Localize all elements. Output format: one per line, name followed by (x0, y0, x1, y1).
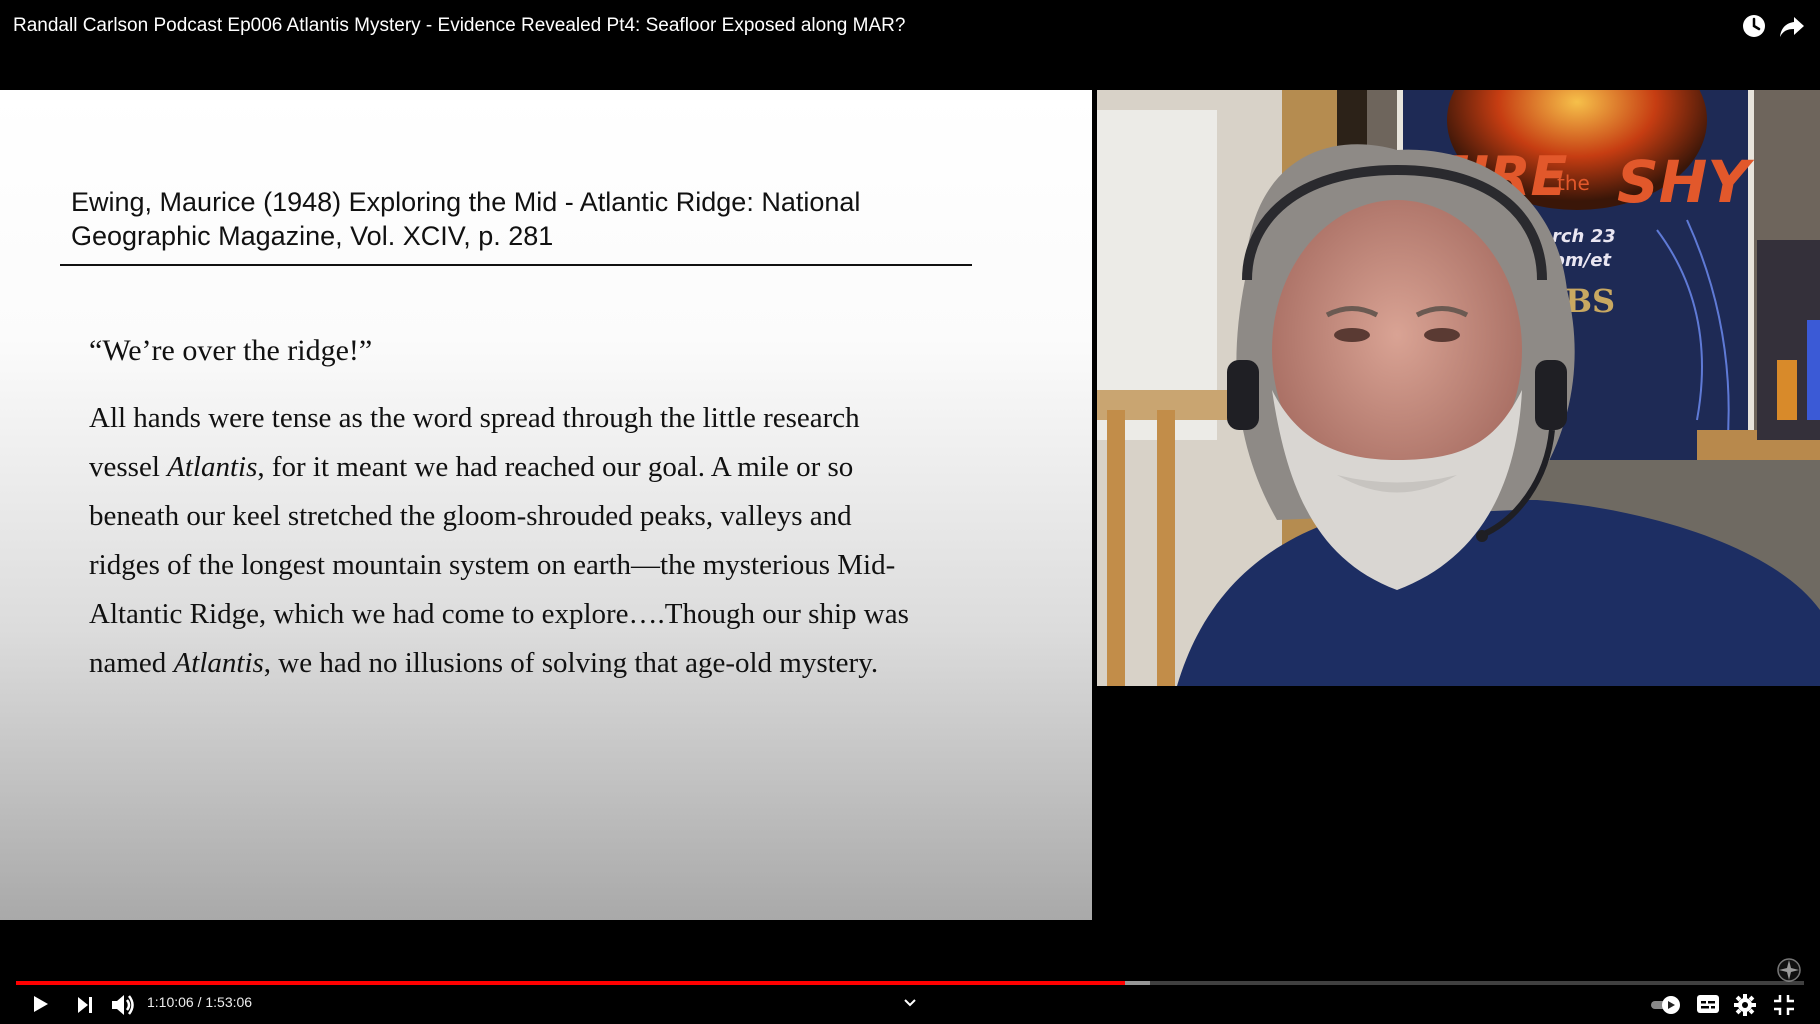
quote-line: beneath our keel stretched the gloom-shr… (89, 492, 979, 541)
citation-divider (60, 264, 972, 266)
next-icon[interactable] (74, 994, 96, 1021)
quote-span: , we had no illusions of solving that ag… (263, 647, 879, 679)
slide-citation: Ewing, Maurice (1948) Exploring the Mid … (71, 185, 951, 253)
quote-heading: “We’re over the ridge!” (89, 334, 373, 367)
quote-span: vessel (89, 451, 168, 483)
subtitles-icon[interactable] (1696, 994, 1720, 1019)
progress-bar[interactable] (16, 981, 1804, 985)
quote-line: All hands were tense as the word spread … (89, 394, 979, 443)
player-controls (0, 958, 1820, 1024)
time-display: 1:10:06 / 1:53:06 (147, 994, 253, 1010)
quote-span: All hands were tense as the word spread … (89, 402, 860, 434)
quote-line: ridges of the longest mountain system on… (89, 541, 979, 590)
quote-span: , for it meant we had reached our goal. … (257, 451, 854, 483)
play-icon[interactable] (28, 992, 52, 1021)
share-arrow-icon[interactable] (1778, 12, 1806, 40)
poster-word: BS (1565, 282, 1615, 320)
volume-icon[interactable] (109, 991, 137, 1024)
progress-played (16, 981, 1125, 985)
quote-line: named Atlantis, we had no illusions of s… (89, 639, 979, 688)
video-title[interactable]: Randall Carlson Podcast Ep006 Atlantis M… (13, 14, 905, 38)
poster-word: the (1557, 171, 1590, 195)
video-top-bar: Randall Carlson Podcast Ep006 Atlantis M… (0, 0, 1820, 70)
quote-span: ridges of the longest mountain system on… (89, 549, 896, 581)
webcam-image: FIRE the SHY rch 23 pm/et BS (1097, 90, 1820, 686)
exit-fullscreen-icon[interactable] (1773, 994, 1795, 1021)
webcam-feed: FIRE the SHY rch 23 pm/et BS (1097, 90, 1820, 686)
quote-span: named (89, 647, 174, 679)
quote-line: vessel Atlantis, for it meant we had rea… (89, 443, 979, 492)
quote-span: Altantic Ridge, which we had come to exp… (89, 598, 909, 630)
quote-span: beneath our keel stretched the gloom-shr… (89, 500, 852, 532)
autoplay-toggle-icon[interactable] (1650, 994, 1682, 1021)
quote-italic-span: Atlantis (167, 451, 258, 483)
poster-word: SHY (1617, 148, 1754, 216)
citation-line: Geographic Magazine, Vol. XCIV, p. 281 (71, 221, 554, 251)
clock-icon[interactable] (1740, 12, 1768, 40)
settings-icon[interactable] (1733, 993, 1757, 1022)
citation-line: Ewing, Maurice (1948) Exploring the Mid … (71, 187, 861, 217)
poster-word: rch 23 (1552, 226, 1616, 247)
presentation-slide: Ewing, Maurice (1948) Exploring the Mid … (0, 90, 1092, 920)
quote-body: All hands were tense as the word spread … (89, 394, 979, 688)
chapter-chevron-icon[interactable] (903, 995, 917, 1013)
quote-italic-span: Atlantis (173, 647, 264, 679)
quote-line: Altantic Ridge, which we had come to exp… (89, 590, 979, 639)
